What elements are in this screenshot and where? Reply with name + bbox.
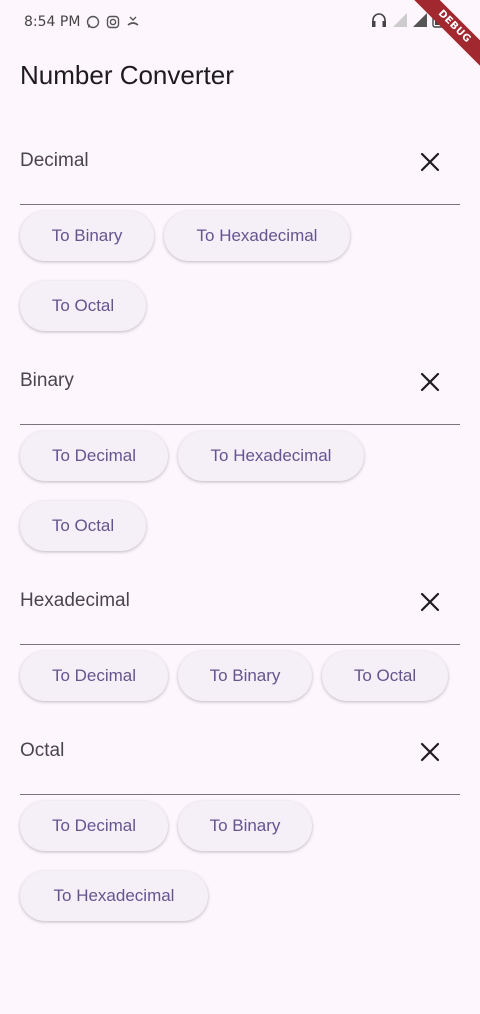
octal-to-binary-button[interactable]: To Binary: [178, 801, 312, 851]
binary-to-decimal-button[interactable]: To Decimal: [20, 431, 168, 481]
decimal-field-label: Decimal: [20, 150, 89, 171]
decimal-to-octal-button[interactable]: To Octal: [20, 281, 146, 331]
clear-icon[interactable]: [418, 370, 442, 394]
octal-section: Octal To Decimal To Binary To Hexadecima…: [20, 724, 460, 921]
status-bar: 8:54 PM: [0, 0, 480, 44]
binary-section: Binary To Decimal To Hexadecimal To Octa…: [20, 354, 460, 551]
headphones-icon: [370, 12, 388, 32]
octal-input-field[interactable]: Octal: [20, 724, 460, 795]
binary-to-octal-button[interactable]: To Octal: [20, 501, 146, 551]
decimal-button-row: To Binary To Hexadecimal To Octal: [20, 211, 460, 331]
decimal-input-field[interactable]: Decimal: [20, 134, 460, 205]
decimal-to-binary-button[interactable]: To Binary: [20, 211, 154, 261]
clear-icon[interactable]: [418, 590, 442, 614]
hexadecimal-input-field[interactable]: Hexadecimal: [20, 574, 460, 645]
hexadecimal-to-binary-button[interactable]: To Binary: [178, 651, 312, 701]
hexadecimal-button-row: To Decimal To Binary To Octal: [20, 651, 460, 701]
octal-button-row: To Decimal To Binary To Hexadecimal: [20, 801, 460, 921]
hexadecimal-field-label: Hexadecimal: [20, 590, 130, 611]
status-time: 8:54 PM: [24, 14, 81, 30]
clear-icon[interactable]: [418, 150, 442, 174]
decimal-to-hexadecimal-button[interactable]: To Hexadecimal: [164, 211, 350, 261]
status-notification-icons: [86, 14, 140, 29]
signal-icon: [412, 12, 428, 32]
page-title: Number Converter: [20, 60, 234, 90]
decimal-section: Decimal To Binary To Hexadecimal To Octa…: [20, 134, 460, 331]
octal-to-hexadecimal-button[interactable]: To Hexadecimal: [20, 871, 208, 921]
binary-field-label: Binary: [20, 370, 74, 391]
instagram-icon: [106, 14, 120, 29]
missed-call-icon: [126, 14, 140, 28]
binary-input-field[interactable]: Binary: [20, 354, 460, 425]
clear-icon[interactable]: [418, 740, 442, 764]
hexadecimal-to-octal-button[interactable]: To Octal: [322, 651, 448, 701]
hexadecimal-to-decimal-button[interactable]: To Decimal: [20, 651, 168, 701]
signal-icon: [392, 12, 408, 32]
binary-to-hexadecimal-button[interactable]: To Hexadecimal: [178, 431, 364, 481]
octal-to-decimal-button[interactable]: To Decimal: [20, 801, 168, 851]
octal-field-label: Octal: [20, 740, 65, 761]
whatsapp-icon: [86, 14, 100, 29]
binary-button-row: To Decimal To Hexadecimal To Octal: [20, 431, 460, 551]
hexadecimal-section: Hexadecimal To Decimal To Binary To Octa…: [20, 574, 460, 701]
